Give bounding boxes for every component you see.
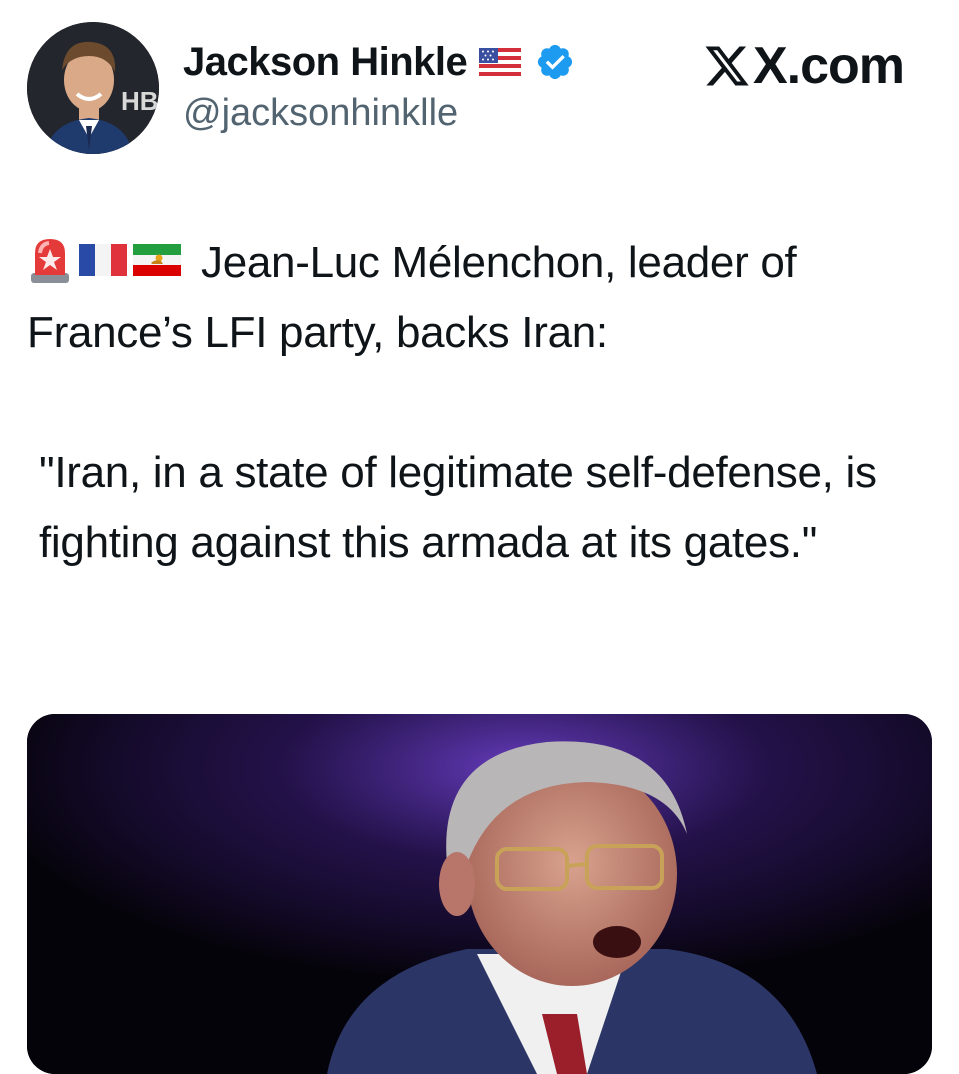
flag-france-icon xyxy=(79,244,127,276)
brand-watermark: X.com xyxy=(703,37,905,95)
brand-text: X.com xyxy=(752,37,905,95)
emoji-group xyxy=(27,235,187,285)
tweet-header: HB Jackson Hinkle @jacksonhinklle X.com xyxy=(27,22,932,154)
user-handle[interactable]: @jacksonhinklle xyxy=(183,92,575,135)
display-name[interactable]: Jackson Hinkle xyxy=(183,40,468,85)
tweet-media-video[interactable] xyxy=(27,714,932,1074)
display-name-row: Jackson Hinkle xyxy=(183,38,575,86)
tweet-lead-paragraph: Jean-Luc Mélenchon, leader of France’s L… xyxy=(27,228,932,368)
media-thumbnail-image xyxy=(27,714,932,1074)
avatar[interactable]: HB xyxy=(27,22,159,154)
rotating-light-icon xyxy=(31,239,69,283)
flag-iran-lion-sun-icon xyxy=(133,244,181,276)
avatar-badge-text: HB xyxy=(121,86,159,116)
author-names: Jackson Hinkle @jacksonhinklle xyxy=(183,38,575,135)
flag-us-icon xyxy=(479,48,522,76)
tweet-quote-text: "Iran, in a state of legitimate self-def… xyxy=(39,448,877,567)
x-logo-icon xyxy=(705,46,749,86)
tweet-text: Jean-Luc Mélenchon, leader of France’s L… xyxy=(27,228,932,578)
verified-badge-icon[interactable] xyxy=(535,42,575,82)
